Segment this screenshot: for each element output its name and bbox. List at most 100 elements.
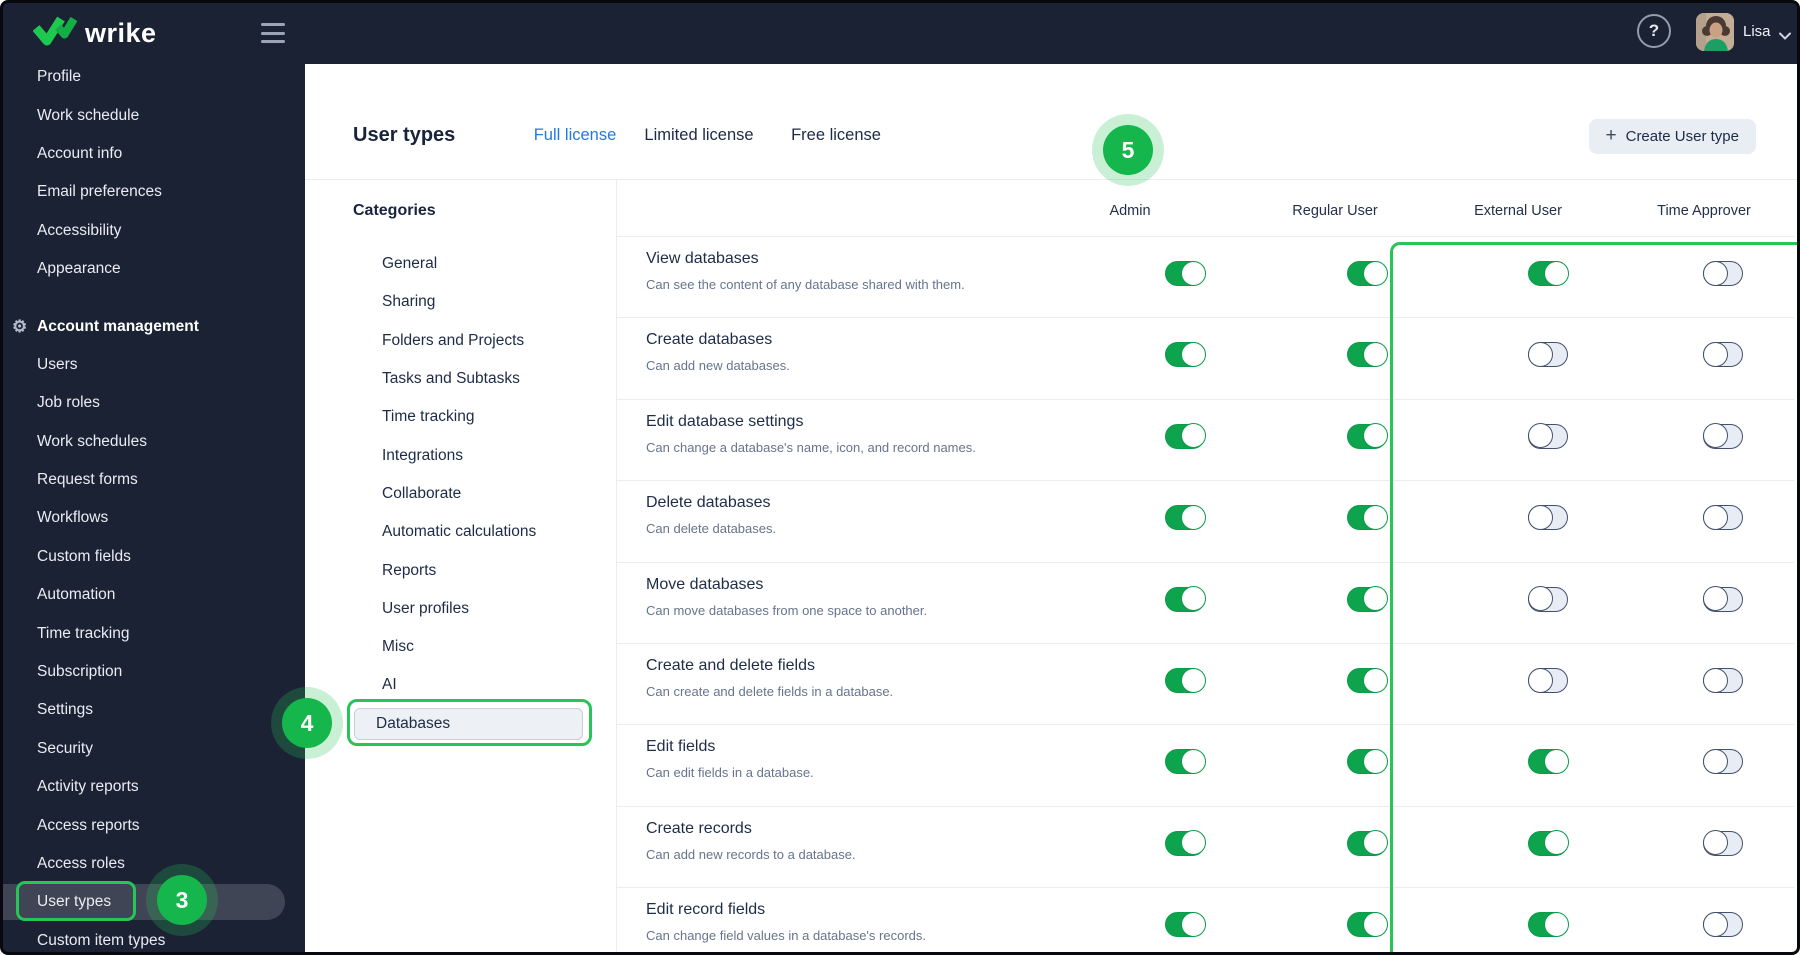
- toggle-admin[interactable]: [1165, 667, 1206, 693]
- sidebar-item-workflows[interactable]: Workflows: [3, 499, 305, 537]
- permission-title: View databases: [646, 250, 759, 267]
- table-row: View databases Can see the content of an…: [616, 236, 1794, 317]
- toggle-external-user[interactable]: [1528, 260, 1569, 286]
- tab-limited-license[interactable]: Limited license: [644, 126, 753, 145]
- toggle-time-approver[interactable]: [1702, 423, 1743, 449]
- permission-description: Can delete databases.: [646, 521, 777, 537]
- chevron-down-icon[interactable]: [1779, 27, 1791, 40]
- toggle-regular-user[interactable]: [1347, 341, 1388, 368]
- help-icon[interactable]: ?: [1637, 14, 1671, 48]
- category-sharing[interactable]: Sharing: [305, 283, 605, 321]
- sidebar-item-settings[interactable]: Settings: [3, 691, 305, 729]
- hamburger-menu-icon[interactable]: [261, 23, 285, 43]
- toggle-regular-user[interactable]: [1347, 586, 1388, 612]
- table-row: Move databases Can move databases from o…: [616, 561, 1794, 643]
- permission-title: Edit database settings: [646, 412, 804, 430]
- toggle-time-approver[interactable]: [1702, 830, 1743, 856]
- page-title: User types: [353, 124, 456, 146]
- column-header-regular-user: Regular User: [1292, 203, 1378, 219]
- toggle-admin[interactable]: [1165, 748, 1206, 775]
- sidebar-item-activity-reports[interactable]: Activity reports: [3, 768, 305, 806]
- sidebar-item-security[interactable]: Security: [3, 730, 305, 768]
- toggle-external-user[interactable]: [1528, 830, 1569, 856]
- toggle-external-user[interactable]: [1527, 341, 1568, 368]
- category-databases[interactable]: Databases: [305, 705, 605, 743]
- sidebar-item-time-tracking[interactable]: Time tracking: [3, 614, 305, 652]
- toggle-admin[interactable]: [1165, 911, 1206, 938]
- table-row: Create databases Can add new databases.: [616, 317, 1794, 398]
- avatar[interactable]: [1696, 13, 1734, 51]
- logo-text: wrike: [85, 18, 157, 48]
- sidebar-section-account-management[interactable]: ⚙ Account management: [3, 307, 305, 345]
- sidebar-item-accessibility[interactable]: Accessibility: [3, 212, 305, 250]
- header-divider: [305, 179, 1797, 180]
- toggle-admin[interactable]: [1165, 830, 1206, 856]
- sidebar-item-account-info[interactable]: Account info: [3, 135, 305, 173]
- toggle-external-user[interactable]: [1527, 586, 1568, 612]
- top-bar: wrike ? Lisa: [3, 3, 1797, 64]
- create-user-type-button[interactable]: + Create User type: [1588, 119, 1756, 154]
- tab-free-license[interactable]: Free license: [791, 126, 881, 145]
- category-time-tracking[interactable]: Time tracking: [305, 398, 605, 436]
- category-folders-and-projects[interactable]: Folders and Projects: [305, 322, 605, 360]
- sidebar-item-work-schedules[interactable]: Work schedules: [3, 423, 305, 461]
- sidebar-item-job-roles[interactable]: Job roles: [3, 384, 305, 422]
- category-ai[interactable]: AI: [305, 666, 605, 704]
- wrike-logo[interactable]: wrike: [32, 15, 157, 52]
- gear-icon: ⚙: [12, 316, 28, 336]
- sidebar-item-subscription[interactable]: Subscription: [3, 653, 305, 691]
- toggle-time-approver[interactable]: [1702, 911, 1743, 938]
- toggle-external-user[interactable]: [1527, 504, 1568, 531]
- toggle-regular-user[interactable]: [1347, 830, 1388, 856]
- permission-description: Can add new records to a database.: [646, 846, 856, 862]
- category-collaborate[interactable]: Collaborate: [305, 475, 605, 513]
- permission-description: Can edit fields in a database.: [646, 765, 814, 781]
- toggle-external-user[interactable]: [1528, 911, 1569, 938]
- category-general[interactable]: General: [305, 245, 605, 283]
- toggle-time-approver[interactable]: [1702, 504, 1743, 531]
- sidebar-item-custom-fields[interactable]: Custom fields: [3, 538, 305, 576]
- sidebar-item-appearance[interactable]: Appearance: [3, 250, 305, 288]
- toggle-admin[interactable]: [1165, 423, 1206, 449]
- toggle-regular-user[interactable]: [1347, 911, 1388, 938]
- category-tasks-and-subtasks[interactable]: Tasks and Subtasks: [305, 360, 605, 398]
- sidebar-item-access-roles[interactable]: Access roles: [3, 845, 305, 883]
- sidebar-item-users[interactable]: Users: [3, 346, 305, 384]
- tab-full-license[interactable]: Full license: [534, 126, 617, 145]
- category-automatic-calculations[interactable]: Automatic calculations: [305, 513, 605, 551]
- category-reports[interactable]: Reports: [305, 551, 605, 589]
- toggle-external-user[interactable]: [1528, 748, 1569, 775]
- permission-description: Can move databases from one space to ano…: [646, 602, 928, 618]
- sidebar-item-access-reports[interactable]: Access reports: [3, 806, 305, 844]
- toggle-regular-user[interactable]: [1347, 423, 1388, 449]
- sidebar-item-request-forms[interactable]: Request forms: [3, 461, 305, 499]
- sidebar-item-custom-item-types[interactable]: Custom item types: [3, 922, 305, 952]
- toggle-admin[interactable]: [1165, 341, 1206, 368]
- toggle-regular-user[interactable]: [1347, 504, 1388, 531]
- sidebar-item-email-preferences[interactable]: Email preferences: [3, 173, 305, 211]
- toggle-admin[interactable]: [1165, 260, 1206, 286]
- table-row: Create and delete fields Can create and …: [616, 643, 1794, 724]
- toggle-regular-user[interactable]: [1347, 748, 1388, 775]
- column-header-time-approver: Time Approver: [1657, 203, 1751, 219]
- toggle-time-approver[interactable]: [1702, 748, 1743, 775]
- user-name[interactable]: Lisa: [1743, 23, 1771, 40]
- sidebar-item-user-types[interactable]: User types: [3, 881, 305, 922]
- sidebar-item-automation[interactable]: Automation: [3, 576, 305, 614]
- toggle-time-approver[interactable]: [1702, 667, 1743, 693]
- toggle-time-approver[interactable]: [1702, 260, 1743, 286]
- toggle-admin[interactable]: [1165, 504, 1206, 531]
- toggle-external-user[interactable]: [1527, 667, 1568, 693]
- category-misc[interactable]: Misc: [305, 628, 605, 666]
- toggle-time-approver[interactable]: [1702, 586, 1743, 612]
- toggle-admin[interactable]: [1165, 586, 1206, 612]
- toggle-regular-user[interactable]: [1347, 667, 1388, 693]
- category-integrations[interactable]: Integrations: [305, 436, 605, 474]
- toggle-regular-user[interactable]: [1347, 260, 1388, 286]
- toggle-external-user[interactable]: [1527, 423, 1568, 449]
- toggle-time-approver[interactable]: [1702, 341, 1743, 368]
- sidebar-item-work-schedule[interactable]: Work schedule: [3, 96, 305, 134]
- sidebar-item-profile[interactable]: Profile: [3, 58, 305, 96]
- wrike-check-icon: [32, 15, 78, 52]
- category-user-profiles[interactable]: User profiles: [305, 590, 605, 628]
